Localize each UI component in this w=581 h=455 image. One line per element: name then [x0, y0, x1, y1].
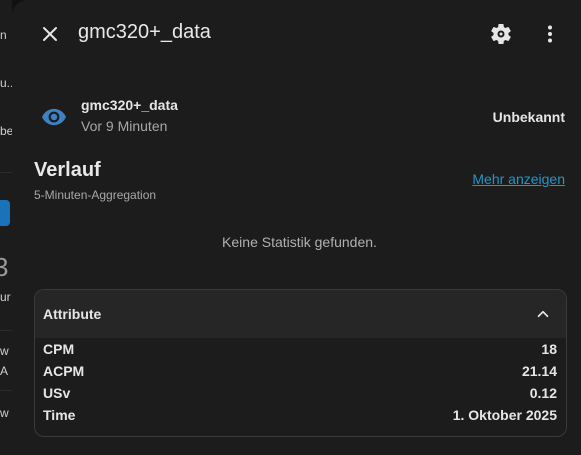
background-divider: [0, 172, 12, 173]
attribute-key: USv: [43, 385, 71, 401]
background-button: [0, 200, 10, 226]
entity-state-row: gmc320+_data Vor 9 Minuten Unbekannt: [12, 88, 581, 142]
background-page-edge: n u.. be 3 ur w A w: [0, 0, 12, 455]
attribute-value: 21.14: [521, 363, 557, 379]
background-text-fragment: A: [0, 364, 9, 378]
background-big-glyph: 3: [0, 252, 9, 282]
chevron-up-icon: [537, 310, 549, 318]
attribute-key: Time: [43, 407, 76, 423]
attribute-key: ACPM: [43, 363, 85, 379]
settings-button[interactable]: [489, 22, 513, 46]
history-subtitle: 5-Minuten-Aggregation: [34, 188, 157, 202]
background-text-fragment: n: [0, 28, 7, 42]
entity-last-changed: Vor 9 Minuten: [81, 118, 168, 134]
more-info-dialog: gmc320+_data gmc320+_data Vor 9 Minuten …: [12, 0, 581, 455]
attribute-row: USv 0.12: [35, 382, 566, 404]
entity-state: Unbekannt: [492, 109, 565, 125]
dialog-title: gmc320+_data: [78, 21, 211, 43]
dots-vertical-icon: [548, 25, 552, 43]
attribute-value: 18: [541, 341, 557, 357]
gear-icon: [491, 24, 511, 44]
background-text-fragment: ur: [0, 290, 11, 304]
entity-name: gmc320+_data: [81, 97, 178, 113]
background-text-fragment: u..: [0, 76, 12, 90]
attribute-value: 1. Oktober 2025: [452, 407, 557, 423]
background-text-fragment: w: [0, 344, 9, 358]
attributes-toggle[interactable]: Attribute: [35, 290, 566, 338]
no-statistics-message: Keine Statistik gefunden.: [222, 234, 377, 250]
attributes-panel: Attribute CPM 18 ACPM 21.14 USv 0.12 Tim…: [34, 289, 567, 437]
background-text-fragment: be: [0, 124, 12, 138]
background-divider: [0, 390, 12, 391]
show-more-link[interactable]: Mehr anzeigen: [472, 171, 565, 187]
attribute-value: 0.12: [529, 385, 557, 401]
eye-icon: [42, 108, 66, 126]
attribute-row: Time 1. Oktober 2025: [35, 404, 566, 426]
close-button[interactable]: [38, 22, 62, 46]
history-title: Verlauf: [34, 159, 101, 181]
dialog-header: gmc320+_data: [12, 0, 581, 66]
background-divider: [0, 330, 12, 331]
attribute-row: CPM 18: [35, 338, 566, 360]
attributes-header-label: Attribute: [43, 306, 102, 322]
more-options-button[interactable]: [538, 22, 562, 46]
attribute-row: ACPM 21.14: [35, 360, 566, 382]
close-icon: [43, 27, 57, 41]
attribute-key: CPM: [43, 341, 75, 357]
background-text-fragment: w: [0, 406, 9, 420]
